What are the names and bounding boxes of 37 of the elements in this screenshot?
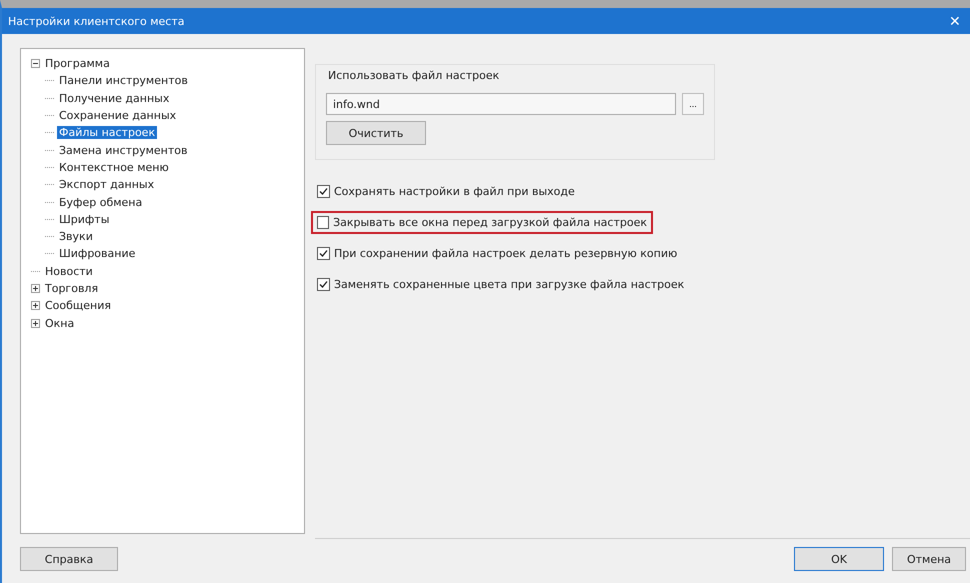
expander-icon[interactable] [31,59,40,68]
checkbox[interactable] [317,216,330,229]
tree-item[interactable]: Звуки [57,230,95,244]
cancel-button[interactable]: Отмена [892,547,966,571]
tree-item[interactable]: Сохранение данных [57,109,178,122]
tree-item[interactable]: Замена инструментов [57,144,190,157]
help-button[interactable]: Справка [20,547,118,571]
checkbox-label: Заменять сохраненные цвета при загрузке файла настроек [334,278,684,291]
expander-icon[interactable] [31,301,40,310]
checkbox[interactable] [317,185,330,198]
checkbox-label: Закрывать все окна перед загрузкой файла настроек [333,216,647,229]
checkbox-label: Сохранять настройки в файл при выходе [334,185,575,198]
close-button[interactable]: ✕ [940,8,970,34]
tree-item[interactable]: Панели инструментов [57,74,190,88]
expander-icon[interactable] [31,284,40,293]
tree-item[interactable]: Сообщения [43,299,114,312]
checkbox[interactable] [317,278,330,291]
file-field[interactable]: info.wnd [326,93,676,115]
ok-button[interactable]: OK [794,547,884,571]
window-title: Настройки клиентского места [8,14,184,28]
tree-item[interactable]: Шрифты [57,212,112,226]
checkbox[interactable] [317,247,330,260]
tree-item[interactable]: Шифрование [57,247,138,260]
browse-button[interactable]: ... [682,93,704,115]
clear-button[interactable]: Очистить [326,121,426,145]
group-legend: Использовать файл настроек [326,69,502,82]
tree-item[interactable]: Получение данных [57,92,172,105]
tree-item[interactable]: Торговля [43,282,100,295]
tree-item[interactable]: Программа [43,57,112,70]
expander-icon[interactable] [31,318,40,328]
tree-item[interactable]: Экспорт данных [57,178,156,192]
tree-item[interactable]: Новости [43,264,95,278]
tree-item[interactable]: Контекстное меню [57,160,171,174]
checkbox-label: При сохранении файла настроек делать резервную копию [334,247,678,260]
tree-item[interactable]: Окна [43,316,76,330]
tree-item[interactable]: Файлы настроек [57,126,158,140]
tree-item[interactable]: Буфер обмена [57,196,144,209]
